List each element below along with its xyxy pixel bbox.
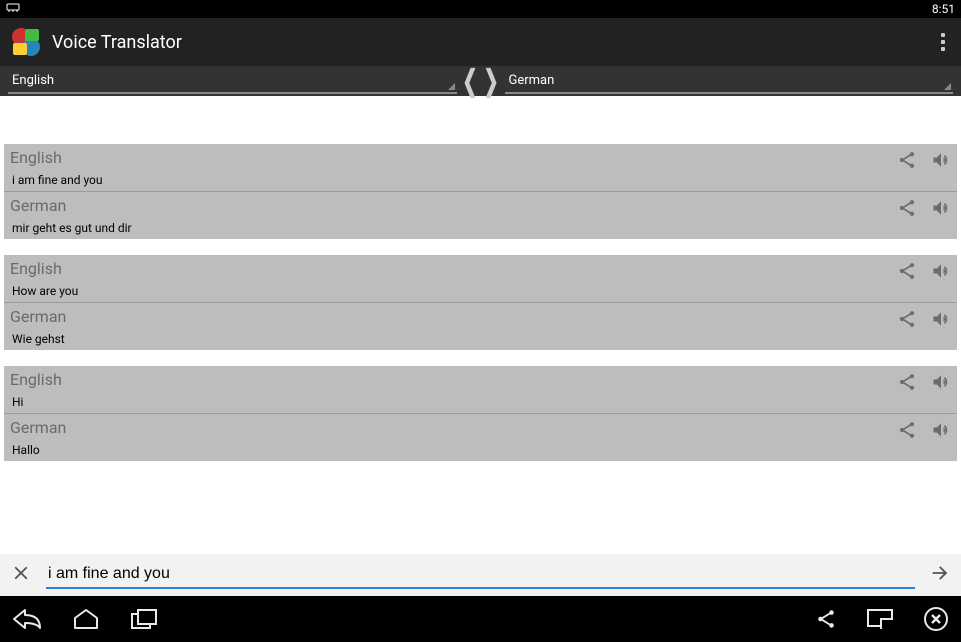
row-text: i am fine and you	[10, 167, 951, 189]
translation-row[interactable]: Germanmir geht es gut und dir	[4, 192, 957, 239]
source-language-dropdown[interactable]: English	[8, 68, 457, 94]
overflow-menu-button[interactable]	[933, 25, 953, 59]
speaker-icon[interactable]	[931, 309, 951, 333]
share-icon[interactable]	[897, 150, 917, 174]
nav-cast-button[interactable]	[867, 609, 893, 629]
row-text: Hallo	[10, 437, 951, 459]
speaker-icon[interactable]	[931, 198, 951, 222]
row-text: How are you	[10, 278, 951, 300]
row-text: Hi	[10, 389, 951, 411]
language-selector-row: English ❮ ❯ German	[0, 66, 961, 96]
system-nav-bar	[0, 596, 961, 642]
clock: 8:51	[932, 2, 955, 16]
row-text: mir geht es gut und dir	[10, 215, 951, 237]
input-bar	[0, 554, 961, 596]
share-icon[interactable]	[897, 372, 917, 396]
status-bar: 8:51	[0, 0, 961, 18]
chevron-left-icon: ❮	[462, 64, 477, 98]
speaker-icon[interactable]	[931, 261, 951, 285]
row-language-label: English	[10, 370, 951, 389]
nav-share-button[interactable]	[815, 608, 837, 630]
target-language-dropdown[interactable]: German	[505, 68, 954, 94]
row-language-label: German	[10, 307, 951, 326]
translation-list[interactable]: Englishi am fine and youGermanmir geht e…	[0, 96, 961, 554]
translation-pair: EnglishHiGermanHallo	[4, 366, 957, 461]
app-title: Voice Translator	[52, 32, 933, 53]
app-icon	[8, 24, 44, 60]
share-icon[interactable]	[897, 261, 917, 285]
debug-icon	[6, 2, 20, 16]
text-input[interactable]	[46, 561, 915, 589]
share-icon[interactable]	[897, 420, 917, 444]
clear-input-button[interactable]	[10, 562, 32, 589]
translation-row[interactable]: GermanWie gehst	[4, 303, 957, 350]
home-button[interactable]	[72, 608, 100, 630]
submit-button[interactable]	[929, 562, 951, 588]
share-icon[interactable]	[897, 309, 917, 333]
row-language-label: German	[10, 196, 951, 215]
chevron-right-icon: ❯	[484, 64, 499, 98]
app-bar: Voice Translator	[0, 18, 961, 66]
source-language-label: English	[12, 73, 54, 88]
row-language-label: English	[10, 148, 951, 167]
back-button[interactable]	[12, 608, 42, 630]
swap-languages-button[interactable]: ❮ ❯	[461, 66, 501, 96]
row-text: Wie gehst	[10, 326, 951, 348]
share-icon[interactable]	[897, 198, 917, 222]
speaker-icon[interactable]	[931, 420, 951, 444]
speaker-icon[interactable]	[931, 372, 951, 396]
target-language-label: German	[509, 73, 555, 88]
row-language-label: English	[10, 259, 951, 278]
speaker-icon[interactable]	[931, 150, 951, 174]
translation-row[interactable]: Englishi am fine and you	[4, 144, 957, 192]
row-language-label: German	[10, 418, 951, 437]
nav-close-button[interactable]	[923, 606, 949, 632]
recents-button[interactable]	[130, 608, 158, 630]
translation-pair: Englishi am fine and youGermanmir geht e…	[4, 144, 957, 239]
translation-row[interactable]: EnglishHi	[4, 366, 957, 414]
translation-row[interactable]: GermanHallo	[4, 414, 957, 461]
translation-row[interactable]: EnglishHow are you	[4, 255, 957, 303]
translation-pair: EnglishHow are youGermanWie gehst	[4, 255, 957, 350]
